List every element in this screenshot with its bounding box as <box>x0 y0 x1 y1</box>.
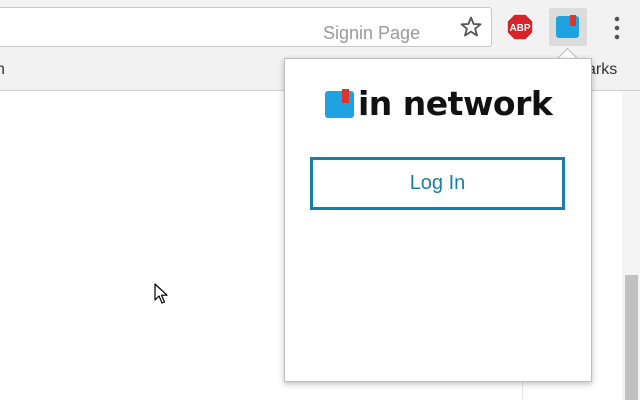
abp-icon[interactable]: ABP <box>506 13 534 41</box>
browser-window: Signin Page ABP h arks in network Log In <box>0 0 640 400</box>
in-network-extension-icon <box>556 15 579 38</box>
mouse-pointer-icon <box>154 283 168 304</box>
kebab-menu-icon[interactable] <box>610 15 624 41</box>
log-in-button[interactable]: Log In <box>310 157 565 210</box>
in-network-extension-button[interactable] <box>549 8 587 46</box>
abp-label: ABP <box>509 23 530 34</box>
scrollbar-thumb[interactable] <box>625 275 638 400</box>
extension-popup: in network Log In <box>284 58 592 382</box>
logo-text: in network <box>358 84 553 123</box>
address-bar-text: Signin Page <box>323 23 421 43</box>
browser-toolbar: Signin Page ABP <box>0 0 640 59</box>
star-icon[interactable] <box>459 15 483 39</box>
bookmark-item-left[interactable]: h <box>0 61 5 79</box>
in-network-logo: in network <box>325 84 553 123</box>
logo-mark-icon <box>325 89 354 118</box>
